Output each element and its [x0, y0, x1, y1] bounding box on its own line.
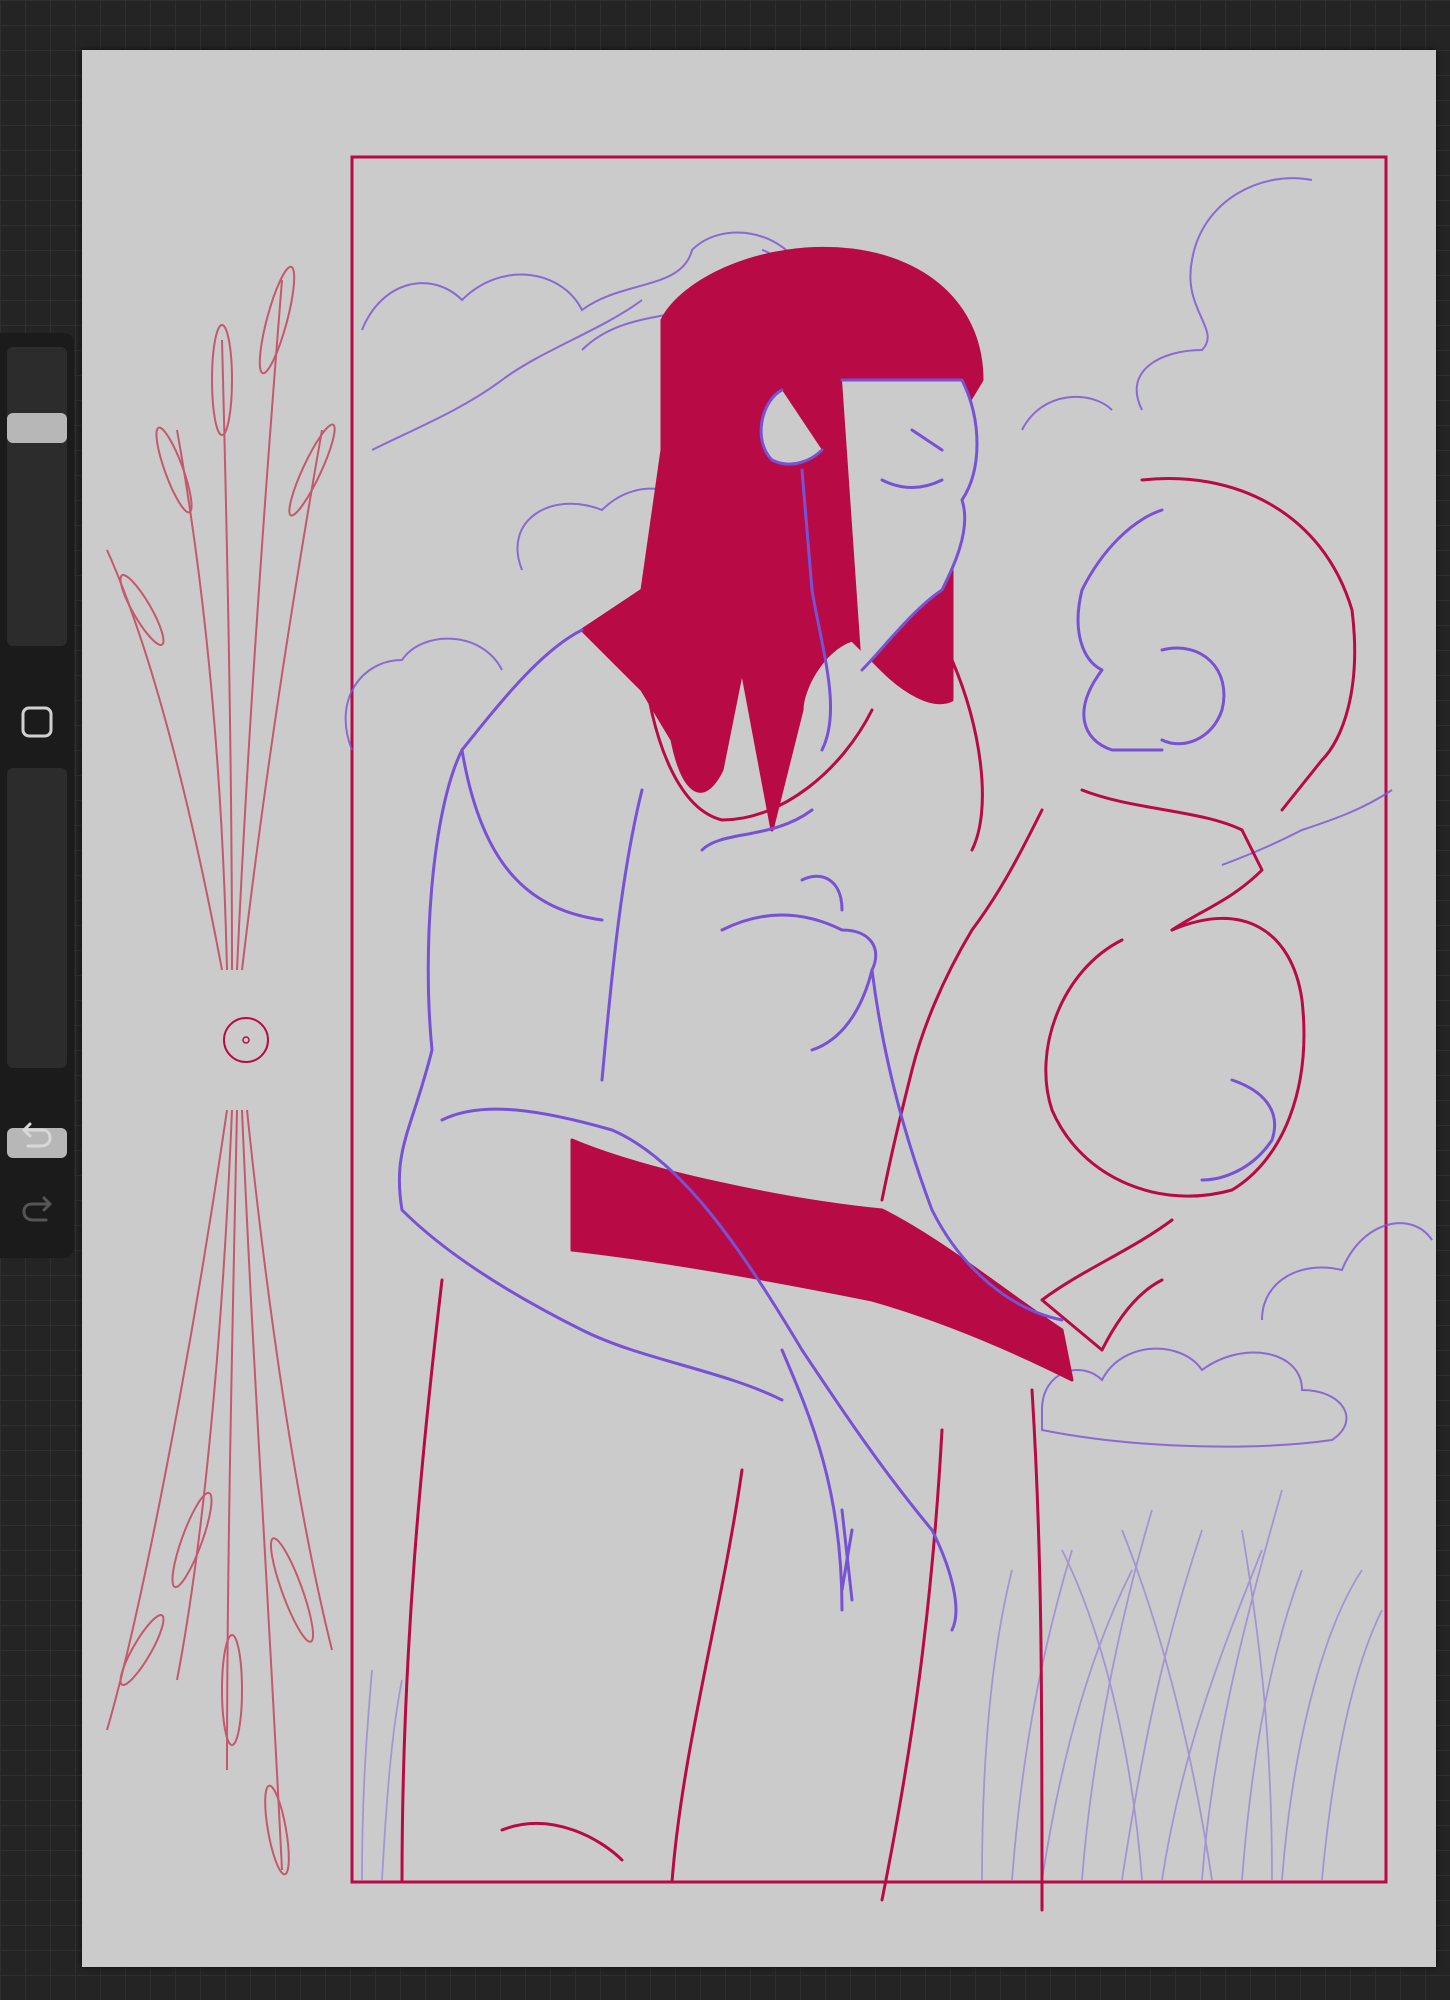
redo-icon — [22, 1196, 52, 1222]
redo-button[interactable] — [14, 1186, 60, 1232]
undo-icon — [22, 1122, 52, 1148]
undo-button[interactable] — [14, 1112, 60, 1158]
artwork — [106, 155, 1433, 1912]
divider-ornament — [223, 1017, 269, 1063]
brush-opacity-slider[interactable] — [7, 768, 67, 1158]
grass — [361, 1489, 1383, 1881]
modify-button[interactable] — [20, 705, 54, 739]
wheat-ornament-bottom — [106, 1109, 333, 1876]
brush-sidebar — [0, 333, 74, 1258]
drawing-canvas[interactable] — [82, 50, 1436, 1967]
modify-square-icon — [21, 706, 53, 738]
wheat-ornament-top — [106, 265, 336, 971]
figure-left — [397, 247, 1074, 1912]
brush-size-slider-thumb[interactable] — [7, 413, 67, 443]
brush-size-slider[interactable] — [7, 347, 67, 646]
